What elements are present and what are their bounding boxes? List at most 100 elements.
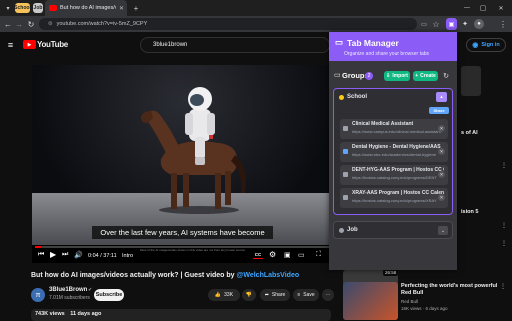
plus-icon: + xyxy=(415,73,419,79)
save-button[interactable]: ≡ Save xyxy=(293,289,319,301)
more-actions-button[interactable]: ⋯ xyxy=(322,289,334,301)
close-window-button[interactable]: ✕ xyxy=(494,2,508,14)
extensions-puzzle-icon[interactable]: ✦ xyxy=(460,19,470,29)
group-expand-icon[interactable]: ▴ xyxy=(436,92,447,102)
save-list-icon: ≡ xyxy=(297,292,301,298)
tab-search-icon[interactable]: ▾ xyxy=(3,3,13,13)
sign-in-button[interactable]: ◉ Sign in xyxy=(466,38,506,52)
time-display: 0:04 / 37:11 xyxy=(88,253,117,259)
tab-title: Dental Hygiene - Dental Hygiene/AAS xyxy=(352,144,441,150)
subscriber-count: 7.01M subscribers xyxy=(49,295,90,301)
remove-tab-icon[interactable]: ✕ xyxy=(438,148,445,155)
tab-group-job[interactable]: Job xyxy=(33,3,43,13)
tab-favicon-icon xyxy=(343,195,348,200)
like-button[interactable]: 👍 33K xyxy=(208,289,240,301)
group-card-school[interactable]: School ▴ Share Clinical Medical Assistan… xyxy=(333,88,453,215)
chevron-down-icon[interactable]: ⌄ xyxy=(438,226,448,235)
play-icon[interactable]: ▶ xyxy=(50,250,56,259)
address-bar-input[interactable]: ⊜ youtube.com/watch?v=iv-5mZ_9CPY xyxy=(39,18,417,30)
menu-kebab-icon[interactable]: ⋮ xyxy=(498,19,508,29)
new-tab-button[interactable]: + xyxy=(131,3,141,13)
group-card-job[interactable]: Job ⌄ xyxy=(333,221,453,239)
recommendation-channel: Red Bull xyxy=(401,299,419,304)
folder-icon: ▭ xyxy=(335,37,344,47)
more-options-icon[interactable]: ⋮ xyxy=(501,162,507,169)
refresh-icon[interactable]: ↻ xyxy=(441,71,451,81)
tab-card[interactable]: XRAY-AAS Program | Hostos CC Calendar ht… xyxy=(340,188,448,208)
recommendations-column: s of AI ision 5 ⋮ ⋮ ⋮ xyxy=(457,62,512,262)
video-title: But how do AI images/videos actually wor… xyxy=(31,272,301,279)
active-tab-title: But how do AI images/videos xyxy=(60,5,116,11)
tab-title: DENT-HYG-AAS Program | Hostos CC Calenda… xyxy=(352,167,444,173)
recommendation-thumbnail[interactable] xyxy=(461,66,481,96)
settings-gear-icon[interactable]: ⚙ xyxy=(269,250,276,259)
import-button[interactable]: ⇩ Import xyxy=(384,71,410,81)
remove-tab-icon[interactable]: ✕ xyxy=(438,171,445,178)
theater-mode-icon[interactable]: ▭ xyxy=(298,251,305,259)
share-group-button[interactable]: Share xyxy=(429,107,449,114)
cc-button[interactable]: CC xyxy=(253,251,263,259)
youtube-logo-icon[interactable]: ▶ xyxy=(23,40,36,49)
guest-channel-link[interactable]: @WelchLabsVideo xyxy=(237,272,300,279)
maximize-button[interactable]: ▢ xyxy=(476,2,490,14)
dislike-button[interactable]: 👎 xyxy=(242,289,256,301)
recommendation-thumbnail-redbull[interactable] xyxy=(343,282,398,320)
close-tab-icon[interactable]: ✕ xyxy=(119,5,127,12)
search-input[interactable]: 3blue1brown xyxy=(140,37,330,53)
bookmark-star-icon[interactable]: ☆ xyxy=(431,19,441,29)
tab-title: Clinical Medical Assistant xyxy=(352,121,414,127)
popup-title: Tab Manager xyxy=(347,37,399,48)
extension-tab-manager-icon[interactable]: ▣ xyxy=(446,18,457,30)
groups-toolbar: ▭ Groups 2 ⇩ Import + Create ↻ xyxy=(329,69,457,83)
account-icon: ◉ xyxy=(472,42,479,49)
forward-icon[interactable]: → xyxy=(14,19,24,29)
save-label: Save xyxy=(303,292,315,298)
active-tab[interactable]: But how do AI images/videos ✕ xyxy=(45,0,127,16)
subscribe-button[interactable]: Subscribe xyxy=(94,289,124,301)
video-player[interactable]: Over the last few years, AI systems have… xyxy=(32,65,333,263)
group-count-badge: 2 xyxy=(365,72,373,80)
create-label: Create xyxy=(420,73,436,79)
remove-tab-icon[interactable]: ✕ xyxy=(438,194,445,201)
tab-url: https://hostos.catalog.cuny.edu/programs… xyxy=(352,175,437,180)
volume-icon[interactable]: 🔊 xyxy=(74,251,83,259)
reload-icon[interactable]: ↻ xyxy=(26,19,36,29)
tab-card[interactable]: Dental Hygiene - Dental Hygiene/AAS http… xyxy=(340,142,448,162)
tab-card[interactable]: DENT-HYG-AAS Program | Hostos CC Calenda… xyxy=(340,165,448,185)
create-button[interactable]: + Create xyxy=(413,71,438,81)
more-options-icon[interactable]: ⋮ xyxy=(501,222,507,229)
next-icon[interactable]: ⏭ xyxy=(62,251,68,259)
channel-name[interactable]: 3Blue1Brown xyxy=(49,287,87,293)
browser-tab-strip: ▾ School Job But how do AI images/videos… xyxy=(0,0,512,16)
remove-tab-icon[interactable]: ✕ xyxy=(438,125,445,132)
chapter-label[interactable]: Intro xyxy=(122,253,133,259)
fullscreen-icon[interactable]: ⛶ xyxy=(316,251,321,259)
url-text: youtube.com/watch?v=iv-5mZ_9CPY xyxy=(56,21,148,27)
search-query-text: 3blue1brown xyxy=(153,42,188,48)
miniplayer-icon[interactable]: ▣ xyxy=(284,251,291,259)
channel-avatar[interactable]: π xyxy=(31,288,45,302)
closed-caption-text: Over the last few years, AI systems have… xyxy=(92,226,273,239)
group-header: School xyxy=(339,94,367,100)
profile-icon[interactable]: ● xyxy=(474,19,484,29)
tab-manager-popup: ▭ Tab Manager Organize and share your bro… xyxy=(329,32,457,270)
tab-url: https://hostos.catalog.cuny.edu/programs… xyxy=(352,198,437,203)
recommendation-title[interactable]: ision 5 xyxy=(461,209,478,215)
more-options-icon[interactable]: ⋮ xyxy=(501,240,507,247)
prev-icon[interactable]: ⏮ xyxy=(38,251,44,259)
tab-favicon-icon xyxy=(343,126,348,131)
description-box[interactable]: 743K views 11 days ago xyxy=(31,309,331,321)
share-button[interactable]: ➦ Share xyxy=(260,289,290,301)
recommendation-title[interactable]: s of AI xyxy=(461,130,478,136)
tab-card[interactable]: Clinical Medical Assistant https://www.c… xyxy=(340,119,448,139)
hamburger-menu-icon[interactable]: ≡ xyxy=(5,39,16,50)
recommendation-title[interactable]: Perfecting the world's most powerful Red… xyxy=(401,283,501,297)
minimize-button[interactable]: — xyxy=(460,2,474,14)
verified-check-icon: ✔ xyxy=(88,287,93,293)
tab-group-school[interactable]: School xyxy=(14,3,31,13)
cast-icon[interactable]: ▭ xyxy=(419,19,429,29)
tab-url: https://www.stcc.edu/academics/dental-hy… xyxy=(352,152,437,157)
more-options-icon[interactable]: ⋮ xyxy=(500,283,506,290)
back-icon[interactable]: ← xyxy=(3,19,13,29)
site-info-icon[interactable]: ⊜ xyxy=(48,21,53,27)
